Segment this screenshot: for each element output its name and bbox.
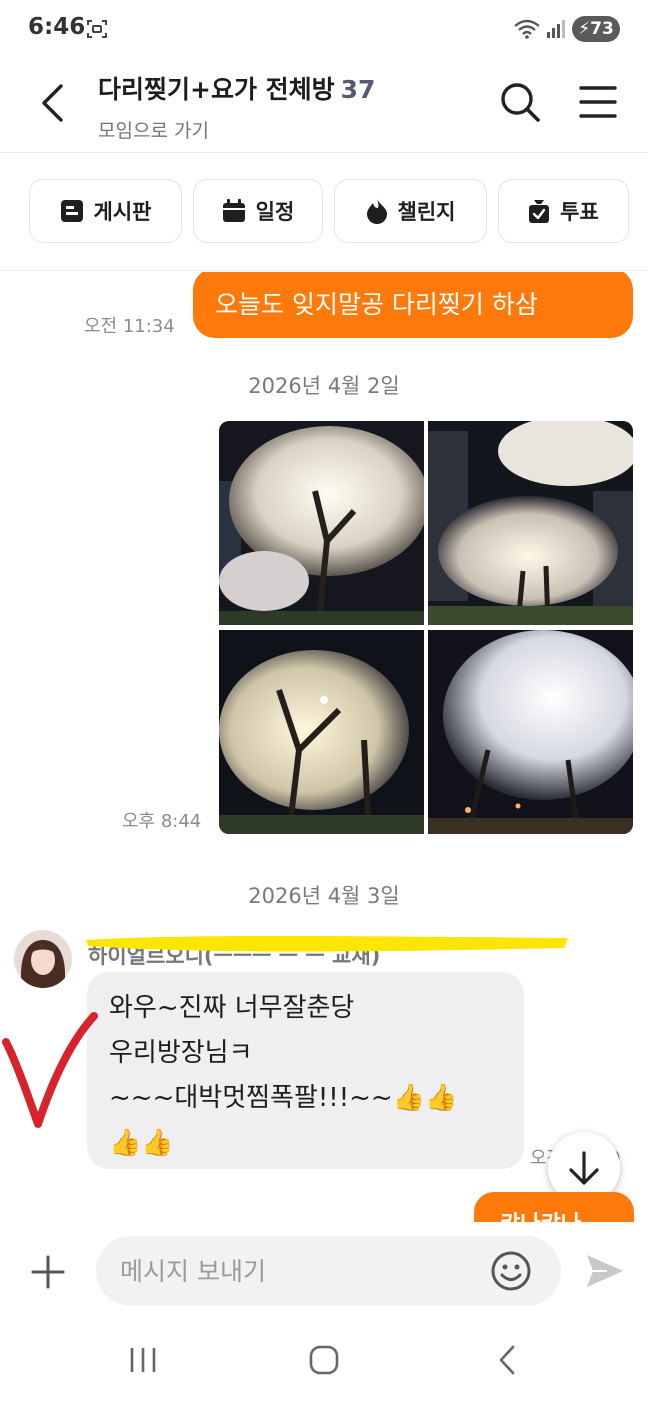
date-separator: 2026년 4월 3일: [248, 884, 400, 908]
flame-icon: [366, 199, 387, 224]
home-icon: [309, 1345, 339, 1375]
message-line: ~~~대박멋찜폭팔!!!~~👍👍: [109, 1083, 458, 1113]
photo-thumbnail[interactable]: [219, 421, 424, 625]
peek-message-text: 캬나캬나: [500, 1212, 581, 1222]
hamburger-menu-icon: [579, 86, 617, 118]
message-time: 오전 11:34: [84, 316, 175, 337]
emoji-button[interactable]: [488, 1248, 534, 1294]
back-arrow-icon: [42, 84, 63, 122]
battery-charging-icon: ⚡: [578, 19, 591, 39]
status-icons: ⚡ 73: [514, 16, 620, 42]
system-nav-bar: [0, 1322, 648, 1404]
board-icon: [60, 200, 83, 222]
challenge-label: 챌린지: [397, 200, 456, 224]
my-message-text: 오늘도 잊지말공 다리찢기 하삼: [215, 290, 538, 319]
home-button[interactable]: [299, 1340, 349, 1380]
arrow-down-icon: [569, 1151, 599, 1185]
schedule-button[interactable]: 일정: [193, 179, 323, 243]
battery-indicator: ⚡ 73: [572, 16, 620, 42]
chat-area[interactable]: 오늘도 잊지말공 다리찢기 하삼 오전 11:34 2026년 4월 2일 오후…: [0, 272, 648, 1222]
plus-icon: [31, 1255, 65, 1289]
member-count: 37: [340, 75, 376, 104]
avatar[interactable]: [14, 930, 72, 988]
vote-box-icon: [529, 200, 550, 223]
search-icon: [501, 83, 540, 122]
chat-title-text: 다리찢기+요가 전체방: [98, 75, 335, 104]
photo-thumbnail[interactable]: [428, 630, 633, 834]
photo-time: 오후 8:44: [122, 811, 202, 832]
chat-title[interactable]: 다리찢기+요가 전체방 37: [98, 70, 375, 106]
battery-level: 73: [590, 19, 614, 39]
back-nav-icon: [499, 1345, 515, 1375]
message-line: 우리방장님ㅋ: [109, 1038, 253, 1068]
send-button[interactable]: [582, 1248, 628, 1294]
screenshot-icon: [87, 20, 107, 38]
date-separator: 2026년 4월 2일: [248, 374, 400, 398]
title-block: 다리찢기+요가 전체방 37 모임으로 가기: [98, 70, 375, 143]
emoji-icon: [491, 1251, 531, 1291]
recent-apps-icon: [130, 1348, 156, 1372]
vote-button[interactable]: 투표: [498, 179, 629, 243]
my-message-bubble[interactable]: 오늘도 잊지말공 다리찢기 하삼: [193, 272, 633, 338]
wifi-icon: [514, 19, 540, 39]
back-button[interactable]: [32, 78, 72, 128]
received-message-bubble[interactable]: 와우~진짜 너무잘춘당 우리방장님ㅋ ~~~대박멋찜폭팔!!!~~👍👍 👍👍: [87, 972, 524, 1169]
input-bar: [0, 1222, 648, 1322]
board-label: 게시판: [93, 200, 152, 224]
red-check-mark: [2, 1012, 98, 1128]
quick-menu: 게시판 일정 챌린지 투표: [0, 153, 648, 271]
my-message-bubble[interactable]: 캬나캬나: [474, 1192, 634, 1222]
chat-header: 다리찢기+요가 전체방 37 모임으로 가기: [0, 60, 648, 153]
calendar-icon: [222, 199, 245, 222]
challenge-button[interactable]: 챌린지: [334, 179, 487, 243]
status-bar: 6:46 ⚡ 73: [0, 0, 648, 60]
vote-label: 투표: [560, 200, 599, 224]
photo-thumbnail[interactable]: [219, 630, 424, 834]
send-icon: [587, 1255, 623, 1287]
photo-grid[interactable]: [219, 421, 633, 834]
redaction-highlight: [86, 936, 568, 952]
search-button[interactable]: [494, 76, 546, 128]
back-nav-button[interactable]: [482, 1340, 532, 1380]
schedule-label: 일정: [255, 200, 295, 224]
message-line: 👍👍: [109, 1128, 174, 1158]
attach-button[interactable]: [24, 1248, 72, 1296]
go-to-group-link[interactable]: 모임으로 가기: [98, 116, 375, 143]
menu-button[interactable]: [572, 76, 624, 128]
message-line: 와우~진짜 너무잘춘당: [109, 993, 355, 1023]
board-button[interactable]: 게시판: [29, 179, 182, 243]
signal-icon: [547, 20, 565, 38]
recent-apps-button[interactable]: [118, 1340, 168, 1380]
photo-thumbnail[interactable]: [428, 421, 633, 625]
status-time: 6:46: [28, 14, 86, 40]
